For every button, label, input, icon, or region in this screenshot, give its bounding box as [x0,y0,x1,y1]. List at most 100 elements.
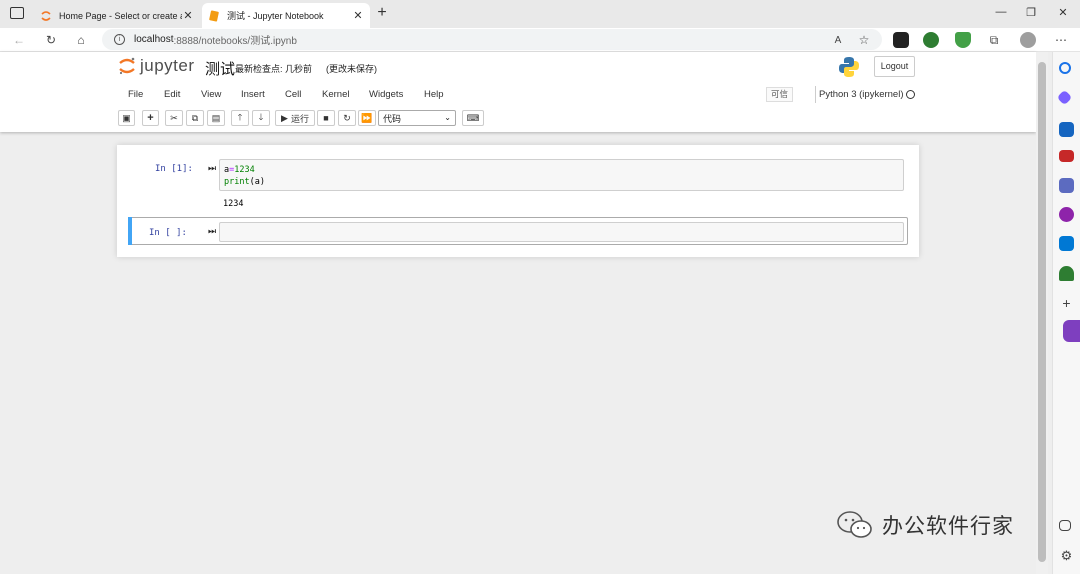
scrollbar-thumb[interactable] [1038,62,1046,562]
close-tab-icon[interactable]: ✕ [352,9,364,22]
minimize-button[interactable]: — [991,6,1011,18]
menu-insert[interactable]: Insert [241,89,265,100]
command-palette-button[interactable]: ⌨ [462,110,484,126]
copilot-icon[interactable] [1056,89,1073,106]
logo-text: jupyter [140,56,195,75]
plus-icon: + [147,112,154,124]
maximize-button[interactable]: ❐ [1021,6,1041,19]
jupyter-header: jupyter 测试 最新检查点: 几秒前 (更改未保存) Logout Fil… [0,52,1036,132]
office-icon[interactable] [1059,207,1074,222]
paste-icon: ▤ [211,112,221,123]
cell-type-select[interactable]: 代码 ⌄ [378,110,456,126]
restart-button[interactable]: ↻ [338,110,356,126]
outlook-icon[interactable] [1059,236,1074,251]
gear-icon[interactable]: ⚙ [1059,548,1074,563]
browser-tab-home[interactable]: Home Page - Select or create a n ✕ [34,3,200,28]
tab-actions-icon[interactable] [10,7,24,19]
restart-run-all-button[interactable]: ⏩ [358,110,376,126]
site-info-icon[interactable]: i [114,34,125,45]
watermark: 办公软件行家 [836,510,1014,540]
shopping-tag-icon[interactable] [1059,122,1074,137]
jupyter-favicon-icon [41,10,51,21]
fast-forward-icon: ⏩ [361,112,373,123]
menu-cell[interactable]: Cell [285,89,301,100]
interrupt-button[interactable]: ■ [317,110,335,126]
autosave-status: (更改未保存) [326,64,377,74]
browser-tab-notebook[interactable]: 测试 - Jupyter Notebook ✕ [202,3,370,28]
move-down-button[interactable]: 🡓 [252,110,270,126]
extension-icon[interactable] [893,32,909,48]
menu-file[interactable]: File [128,89,143,100]
trusted-indicator[interactable]: 可信 [766,87,794,102]
extensions-puzzle-icon[interactable]: ⧉ [985,31,1003,49]
code-input-area[interactable]: a=1234 print(a) [219,159,904,191]
kernel-name[interactable]: Python 3 (ipykernel) [819,89,903,100]
more-menu-icon[interactable]: ⋯ [1052,31,1070,49]
selected-cell[interactable]: In [ ]: ⏭ [128,217,908,245]
address-bar[interactable]: i localhost:8888/notebooks/测试.ipynb [102,29,882,50]
arrow-down-icon: 🡓 [258,112,264,122]
notebook-favicon-icon [209,9,219,22]
copy-button[interactable]: ⧉ [186,110,204,126]
notebook-container: In [1]: ⏭ a=1234 print(a) 1234 In [ ]: ⏭ [117,145,919,257]
menu-widgets[interactable]: Widgets [369,89,403,100]
menu-kernel[interactable]: Kernel [322,89,349,100]
tab-title: Home Page - Select or create a n [59,10,182,21]
cell-type-value: 代码 [383,113,402,124]
run-label: 运行 [290,113,309,124]
stop-icon: ■ [323,113,329,123]
favorite-star-icon[interactable]: ☆ [855,31,873,49]
refresh-icon[interactable]: ↻ [42,31,60,49]
add-sidebar-icon[interactable]: + [1059,296,1074,311]
split-screen-icon[interactable] [1059,520,1071,531]
home-icon[interactable]: ⌂ [72,31,90,49]
kernel-idle-indicator-icon [906,90,915,99]
watermark-text: 办公软件行家 [882,514,1014,538]
close-window-button[interactable]: ✕ [1053,6,1073,19]
code-line: a=1234 [224,165,255,175]
run-button[interactable]: ▶ 运行 [275,110,315,126]
checkpoint-status: 最新检查点: 几秒前 [235,64,313,74]
insert-cell-button[interactable]: + [142,110,159,126]
browser-tab-strip: Home Page - Select or create a n ✕ 测试 - … [0,0,1080,28]
paste-button[interactable]: ▤ [207,110,225,126]
restart-icon: ↻ [343,112,351,123]
move-up-button[interactable]: 🡑 [231,110,249,126]
python-logo-icon [839,57,859,77]
read-aloud-icon[interactable]: A [829,31,847,49]
back-icon[interactable]: ← [10,31,28,49]
divider [815,86,816,103]
input-prompt: In [ ]: [149,228,187,238]
profile-avatar-icon[interactable] [1020,32,1036,48]
url-path: :8888/notebooks/测试.ipynb [173,36,297,47]
run-cell-icon[interactable]: ⏭ [208,163,216,174]
vertical-scrollbar[interactable] [1036,52,1048,574]
new-tab-button[interactable]: + [374,4,390,22]
shield-icon[interactable] [955,32,971,48]
logout-button[interactable]: Logout [874,56,915,77]
keyboard-icon: ⌨ [466,112,480,123]
menu-edit[interactable]: Edit [164,89,180,100]
save-button[interactable]: ▣ [118,110,135,126]
code-input-area[interactable] [219,222,904,242]
copilot-panel-icon[interactable] [1063,320,1080,342]
close-tab-icon[interactable]: ✕ [182,9,194,22]
games-icon[interactable] [1059,178,1074,193]
tree-icon[interactable] [1059,266,1074,281]
wechat-icon [837,511,872,538]
extension-icon[interactable] [923,32,939,48]
menu-bar: File Edit View Insert Cell Kernel Widget… [118,86,918,104]
tools-briefcase-icon[interactable] [1059,150,1074,162]
menu-view[interactable]: View [201,89,221,100]
copy-icon: ⧉ [191,112,199,123]
jupyter-logo[interactable]: jupyter [118,56,195,76]
menu-help[interactable]: Help [424,89,444,100]
jupyter-logo-icon [119,57,135,75]
run-cell-icon[interactable]: ⏭ [208,226,216,237]
notebook-name[interactable]: 测试 [205,58,235,79]
search-icon[interactable] [1059,62,1071,74]
browser-toolbar: ← ↻ ⌂ i localhost:8888/notebooks/测试.ipyn… [0,28,1080,52]
cut-button[interactable]: ✂ [165,110,183,126]
notebook-toolbar: ▣ + ✂ ⧉ ▤ 🡑 🡓 ▶ 运行 ■ ↻ ⏩ 代码 ⌄ ⌨ [118,110,918,128]
code-editor[interactable]: a=1234 print(a) [224,165,265,188]
